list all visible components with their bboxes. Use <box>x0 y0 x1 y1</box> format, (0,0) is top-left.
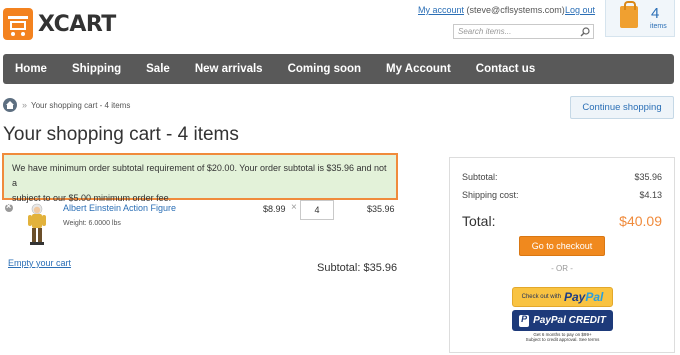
page-title: Your shopping cart - 4 items <box>3 124 239 145</box>
nav-home[interactable]: Home <box>3 63 60 75</box>
store-logo[interactable]: XCART <box>3 8 116 40</box>
nav-contact-us[interactable]: Contact us <box>464 63 548 75</box>
cart-subtotal: Subtotal: $35.96 <box>317 262 398 274</box>
paypal-logo-pal: Pal <box>585 290 604 304</box>
summary-total-row: Total: $40.09 <box>462 213 662 229</box>
breadcrumb-current: Your shopping cart - 4 items <box>31 101 131 110</box>
cart-item-price: $8.99 <box>263 204 286 214</box>
shopping-bag-icon <box>620 1 638 28</box>
cart-logo-icon <box>3 8 33 40</box>
continue-shopping-button[interactable]: Continue shopping <box>570 96 674 119</box>
or-divider: - OR - <box>551 264 573 273</box>
cart-item-weight: Weight: 6.0000 lbs <box>63 220 121 227</box>
checkout-button[interactable]: Go to checkout <box>519 236 605 256</box>
empty-cart-link[interactable]: Empty your cart <box>8 258 71 268</box>
account-info: My account (steve@cflsystems.com) <box>418 5 565 15</box>
remove-item-icon[interactable] <box>5 201 13 212</box>
nav-coming-soon[interactable]: Coming soon <box>276 63 374 75</box>
summary-total-label: Total: <box>462 213 496 229</box>
logo-text: XCART <box>38 11 116 37</box>
nav-new-arrivals[interactable]: New arrivals <box>183 63 276 75</box>
summary-subtotal-value: $35.96 <box>634 172 662 182</box>
paypal-logo-pay: Pay <box>563 290 586 304</box>
minimum-order-notice: We have minimum order subtotal requireme… <box>2 153 398 203</box>
cart-item-name[interactable]: Albert Einstein Action Figure <box>63 203 176 213</box>
account-email: (steve@cflsystems.com) <box>466 5 565 15</box>
search-icon[interactable] <box>580 27 590 37</box>
nav-shipping[interactable]: Shipping <box>60 63 134 75</box>
cart-count: 4 <box>651 5 660 22</box>
nav-sale[interactable]: Sale <box>134 63 183 75</box>
paypal-credit-note-2: Subject to credit approval. See terms <box>525 337 600 342</box>
order-summary: Subtotal: $35.96 Shipping cost: $4.13 To… <box>449 157 675 353</box>
multiply-sign: × <box>291 202 297 213</box>
cart-count-label: items <box>650 23 667 30</box>
breadcrumb-separator: » <box>22 100 28 110</box>
paypal-credit-note: Get 6 months to pay on $99+ Subject to c… <box>512 332 613 342</box>
paypal-credit-button[interactable]: PayPal CREDIT <box>512 310 613 331</box>
nav-my-account[interactable]: My Account <box>374 63 464 75</box>
quantity-input[interactable]: 4 <box>300 200 334 220</box>
paypal-prefix: Check out with <box>521 294 561 300</box>
product-thumbnail[interactable] <box>24 203 50 247</box>
summary-shipping-value: $4.13 <box>639 190 662 200</box>
paypal-logo: PayPal <box>564 290 603 304</box>
paypal-p-icon <box>519 314 530 327</box>
summary-shipping-label: Shipping cost: <box>462 190 519 200</box>
main-nav: Home Shipping Sale New arrivals Coming s… <box>3 54 674 84</box>
summary-subtotal-row: Subtotal: $35.96 <box>462 172 662 182</box>
logout-link[interactable]: Log out <box>565 5 595 15</box>
paypal-checkout-button[interactable]: Check out with PayPal <box>512 287 613 307</box>
my-account-link[interactable]: My account <box>418 5 464 15</box>
home-icon[interactable] <box>3 98 17 112</box>
search-placeholder: Search items... <box>458 27 512 36</box>
search-input[interactable]: Search items... <box>453 24 594 39</box>
notice-line-1: We have minimum order subtotal requireme… <box>12 163 387 188</box>
paypal-credit-logo: PayPal CREDIT <box>533 315 606 326</box>
minicart[interactable]: 4 items <box>605 0 675 37</box>
summary-shipping-row: Shipping cost: $4.13 <box>462 190 662 200</box>
summary-subtotal-label: Subtotal: <box>462 172 498 182</box>
summary-total-value: $40.09 <box>619 213 662 229</box>
cart-item-total: $35.96 <box>367 204 395 214</box>
